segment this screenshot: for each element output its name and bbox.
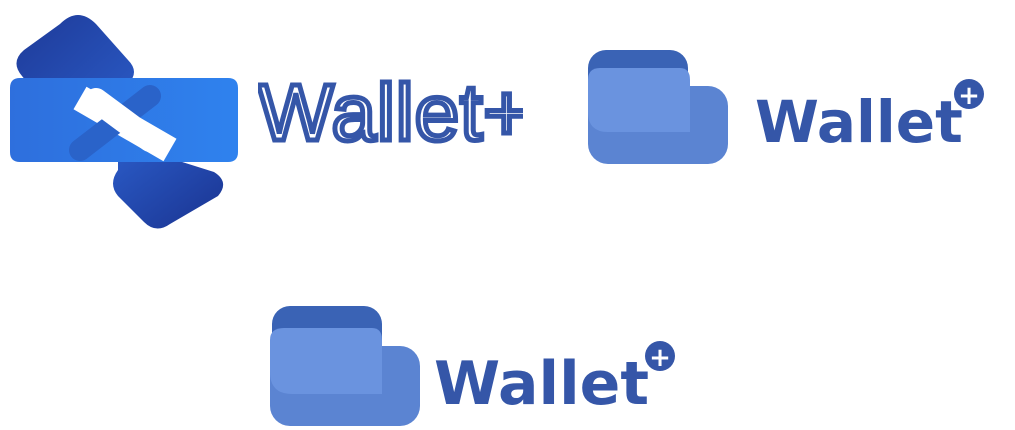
wordmark-bold-text: Wallet + bbox=[434, 341, 675, 419]
wordmark-text: Wallet bbox=[755, 88, 963, 156]
wordmark-bold-text: Wallet + bbox=[755, 79, 984, 156]
wallet-card-icon bbox=[588, 50, 728, 164]
wordmark-thin-text: Wallet+ bbox=[258, 66, 523, 156]
wallet-plus-logo-card-variant-2: Wallet + bbox=[262, 298, 702, 430]
plus-badge-icon: + bbox=[645, 341, 675, 373]
x-wallet-emblem-icon bbox=[10, 15, 238, 229]
wallet-plus-logo-x-variant: Wallet+ bbox=[0, 0, 530, 240]
wordmark-text: Wallet+ bbox=[258, 68, 523, 156]
plus-badge-icon: + bbox=[954, 79, 984, 111]
wordmark-text: Wallet bbox=[434, 349, 649, 419]
wallet-plus-logo-card-variant: Wallet + bbox=[580, 40, 1010, 170]
wallet-card-icon bbox=[270, 306, 420, 426]
plus-badge-text: + bbox=[958, 81, 980, 111]
plus-badge-text: + bbox=[649, 343, 671, 373]
